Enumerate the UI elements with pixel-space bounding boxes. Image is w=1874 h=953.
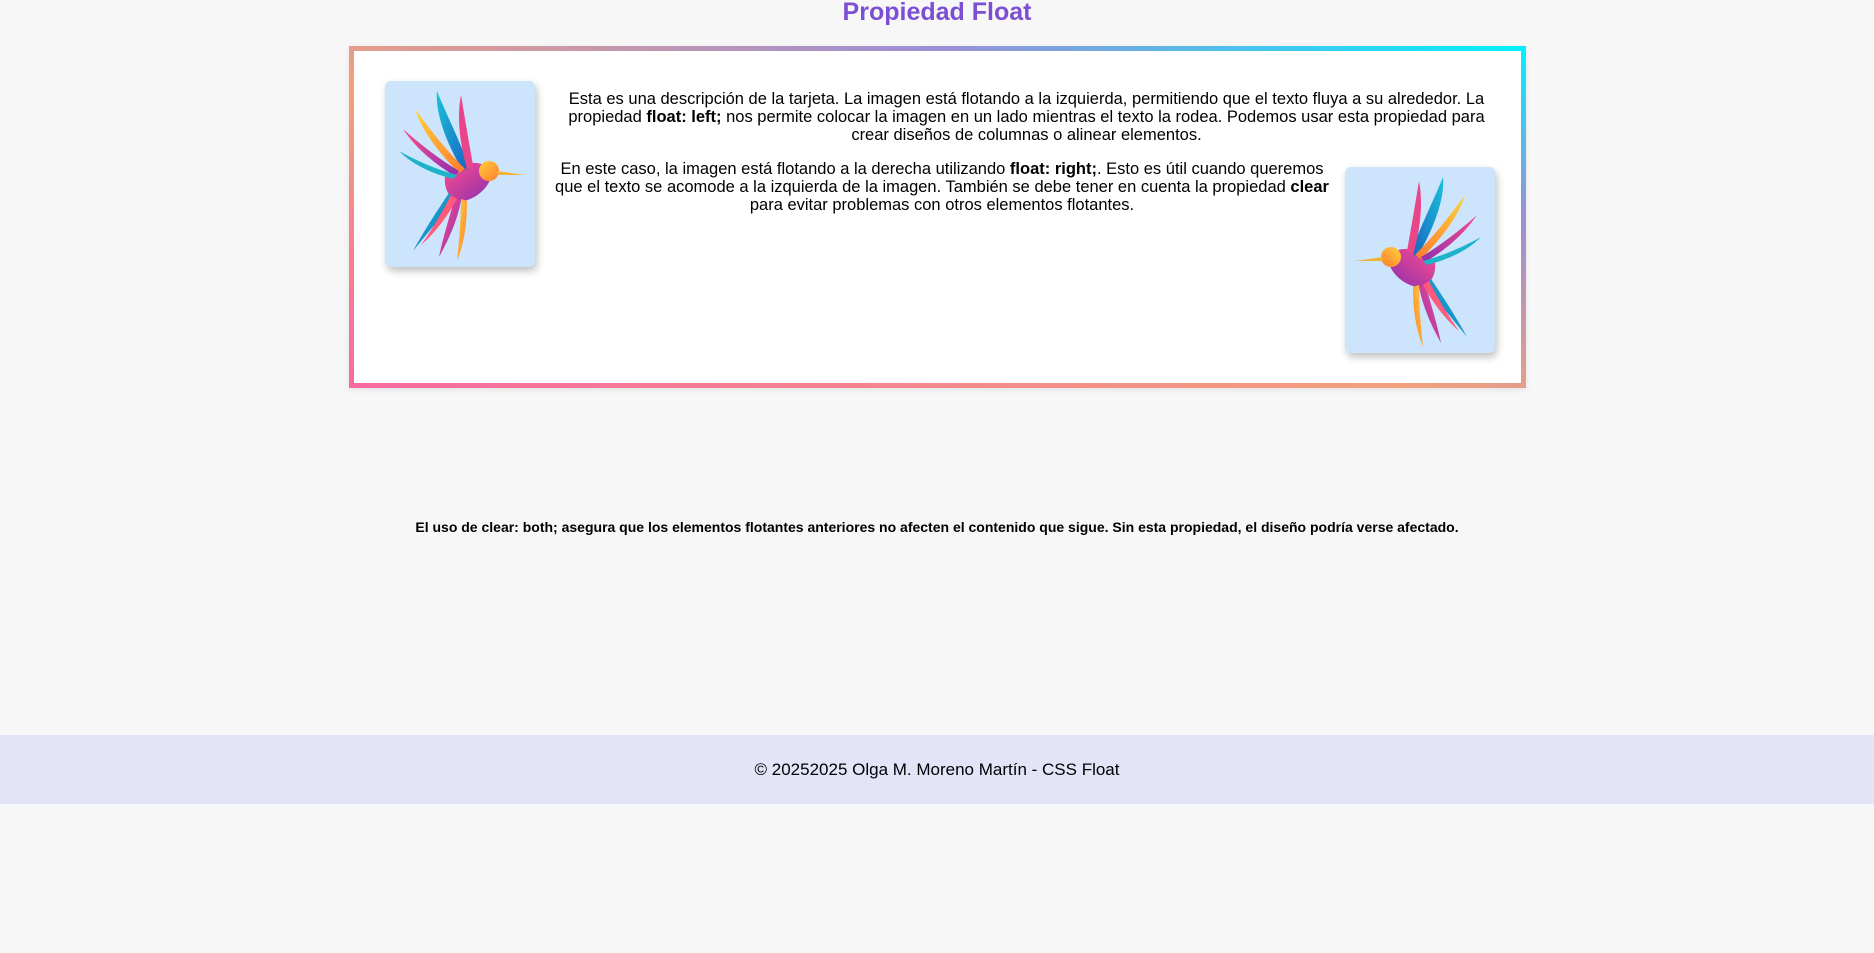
card-description-left: Esta es una descripción de la tarjeta. L… [568, 90, 1485, 144]
footer-copyright: © 20252025 Olga M. Moreno Martín - CSS F… [754, 759, 1120, 779]
hummingbird-image-right [1345, 167, 1495, 353]
card-description-right: En este caso, la imagen está flotando a … [555, 160, 1329, 214]
hummingbird-icon [399, 91, 525, 261]
code-clear: clear [1290, 178, 1329, 196]
page-title: Propiedad Float [842, 0, 1032, 26]
code-float-left: float: left; [646, 108, 722, 126]
float-card: Esta es una descripción de la tarjeta. L… [349, 46, 1526, 388]
hummingbird-icon [1355, 177, 1481, 347]
clear-both-note: El uso de clear: both; asegura que los e… [415, 519, 1459, 535]
footer: © 20252025 Olga M. Moreno Martín - CSS F… [0, 735, 1874, 804]
hummingbird-image-left [385, 81, 535, 267]
code-float-right: float: right; [1009, 160, 1097, 178]
